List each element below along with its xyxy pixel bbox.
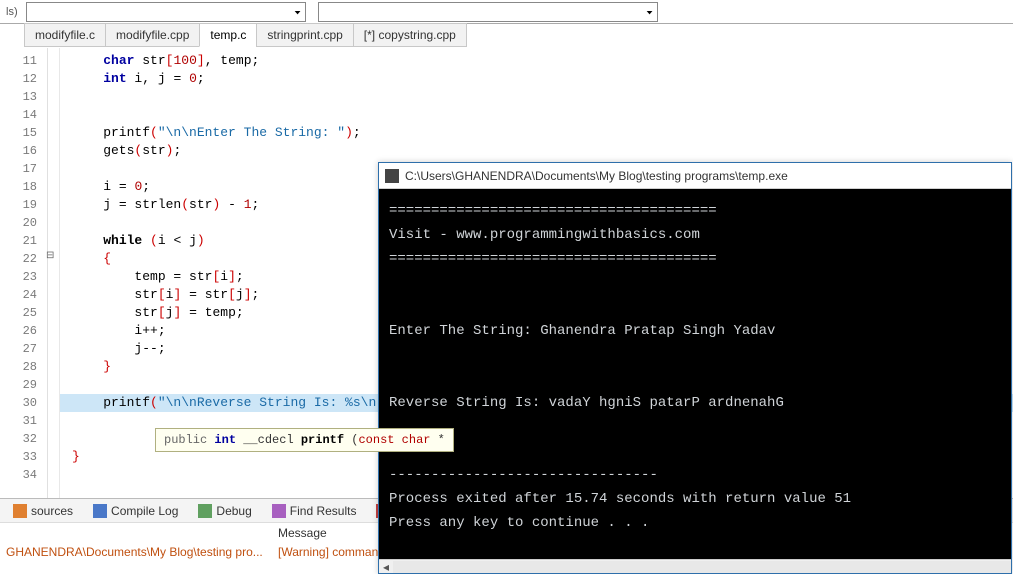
- code-line[interactable]: [60, 88, 1013, 106]
- line-number: 19: [0, 196, 47, 214]
- line-number: 12: [0, 70, 47, 88]
- fold-toggle-icon[interactable]: ⊟: [46, 250, 54, 261]
- line-number: 33: [0, 448, 47, 466]
- find-icon: [272, 504, 286, 518]
- file-tab[interactable]: modifyfile.c: [24, 23, 106, 47]
- console-app-icon: [385, 169, 399, 183]
- line-number: 30: [0, 394, 47, 412]
- line-number: 22: [0, 250, 47, 268]
- bottom-tab-label: Compile Log: [111, 504, 178, 518]
- line-number: 31: [0, 412, 47, 430]
- bottom-tab-sources[interactable]: sources: [4, 500, 82, 522]
- line-number: 28: [0, 358, 47, 376]
- line-number: 21: [0, 232, 47, 250]
- code-line[interactable]: [60, 106, 1013, 124]
- line-number: 13: [0, 88, 47, 106]
- code-line[interactable]: char str[100], temp;: [60, 52, 1013, 70]
- message-header: Message: [278, 526, 327, 540]
- dbg-icon: [198, 504, 212, 518]
- file-tab[interactable]: temp.c: [199, 23, 257, 47]
- code-line[interactable]: printf("\n\nEnter The String: ");: [60, 124, 1013, 142]
- console-output[interactable]: ======================================= …: [379, 189, 1011, 545]
- toolbar-left-label: ls): [6, 6, 18, 18]
- bottom-tab-label: Find Results: [290, 504, 357, 518]
- line-number: 18: [0, 178, 47, 196]
- symbol-dropdown-1[interactable]: ▾: [26, 2, 306, 22]
- file-tab[interactable]: [*] copystring.cpp: [353, 23, 467, 47]
- bottom-tab-label: sources: [31, 504, 73, 518]
- line-number: 26: [0, 322, 47, 340]
- scroll-left-icon[interactable]: ◂: [379, 560, 393, 574]
- log-icon: [93, 504, 107, 518]
- file-tab-bar: modifyfile.cmodifyfile.cpptemp.cstringpr…: [0, 24, 1013, 48]
- scroll-track[interactable]: [393, 561, 1011, 573]
- top-toolbar: ls) ▾ ▾: [0, 0, 1013, 24]
- file-tab[interactable]: modifyfile.cpp: [105, 23, 200, 47]
- line-number: 27: [0, 340, 47, 358]
- console-title-bar[interactable]: C:\Users\GHANENDRA\Documents\My Blog\tes…: [379, 163, 1011, 189]
- fold-column: ⊟: [48, 48, 60, 498]
- console-title-text: C:\Users\GHANENDRA\Documents\My Blog\tes…: [405, 169, 1005, 183]
- line-number: 14: [0, 106, 47, 124]
- line-number: 34: [0, 466, 47, 484]
- editor-area: 1112131415161718192021222324252627282930…: [0, 48, 1013, 498]
- line-number: 17: [0, 160, 47, 178]
- code-line[interactable]: gets(str);: [60, 142, 1013, 160]
- code-line[interactable]: int i, j = 0;: [60, 70, 1013, 88]
- line-number: 15: [0, 124, 47, 142]
- console-scrollbar[interactable]: ◂: [379, 559, 1011, 573]
- line-number: 25: [0, 304, 47, 322]
- line-number: 11: [0, 52, 47, 70]
- bottom-tab-debug[interactable]: Debug: [189, 500, 260, 522]
- chevron-down-icon: ▾: [647, 7, 653, 15]
- file-tab[interactable]: stringprint.cpp: [256, 23, 353, 47]
- symbol-dropdown-2[interactable]: ▾: [318, 2, 658, 22]
- line-number: 20: [0, 214, 47, 232]
- line-number: 16: [0, 142, 47, 160]
- line-number: 29: [0, 376, 47, 394]
- console-window: C:\Users\GHANENDRA\Documents\My Blog\tes…: [378, 162, 1012, 574]
- line-number: 32: [0, 430, 47, 448]
- signature-tooltip: public int __cdecl printf (const char *: [155, 428, 454, 452]
- line-number: 23: [0, 268, 47, 286]
- src-icon: [13, 504, 27, 518]
- bottom-tab-compile-log[interactable]: Compile Log: [84, 500, 187, 522]
- chevron-down-icon: ▾: [295, 7, 301, 15]
- status-file-path: GHANENDRA\Documents\My Blog\testing pro.…: [6, 545, 278, 559]
- bottom-tab-find-results[interactable]: Find Results: [263, 500, 366, 522]
- line-number-gutter: 1112131415161718192021222324252627282930…: [0, 48, 48, 498]
- bottom-tab-label: Debug: [216, 504, 251, 518]
- line-number: 24: [0, 286, 47, 304]
